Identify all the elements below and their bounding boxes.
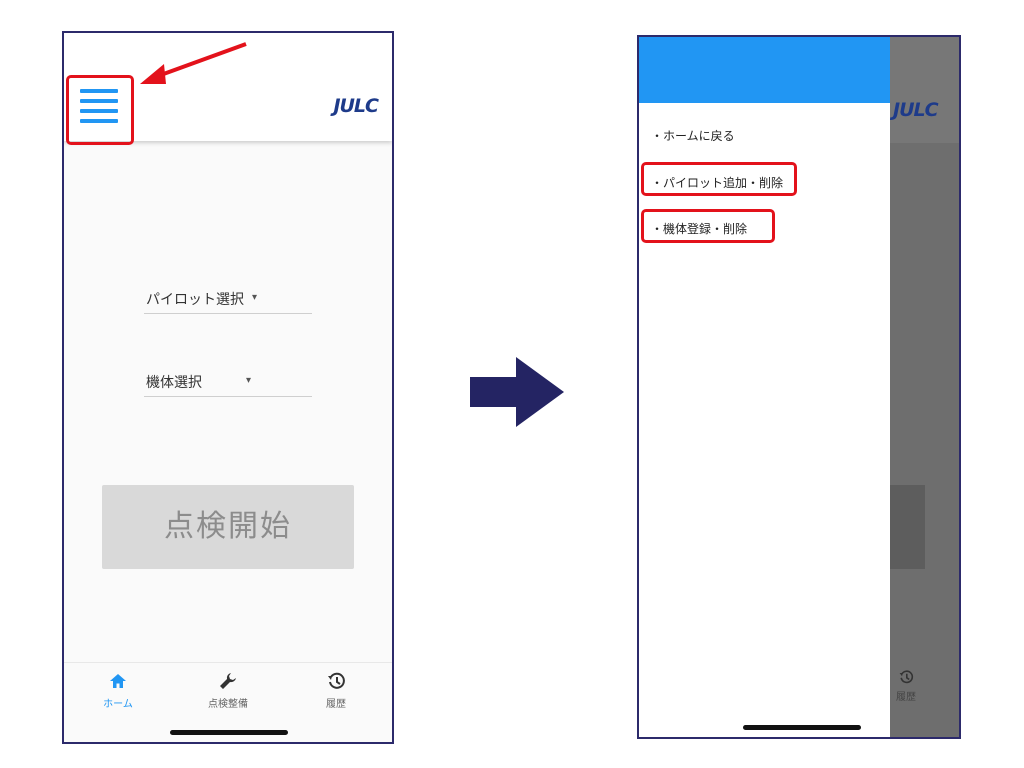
history-icon bbox=[296, 671, 376, 691]
home-icon bbox=[78, 671, 158, 691]
chevron-down-icon: ▾ bbox=[252, 292, 258, 303]
drawer-item-home[interactable]: ・ホームに戻る bbox=[651, 127, 735, 144]
drawer-open-screen: JULC 履歴 ・ホームに戻る ・パイロット追加・削除 ・機体登録・削除 bbox=[637, 35, 961, 739]
transition-arrow-icon bbox=[470, 357, 564, 427]
nav-inspection-label: 点検整備 bbox=[208, 699, 248, 710]
drawer-header bbox=[639, 37, 890, 103]
aircraft-item-highlight-box bbox=[641, 209, 775, 243]
pilot-item-highlight-box bbox=[641, 162, 797, 196]
pointer-arrow-icon bbox=[140, 42, 247, 84]
home-indicator bbox=[170, 730, 288, 735]
start-inspection-button[interactable]: 点検開始 bbox=[102, 485, 354, 569]
wrench-icon bbox=[188, 671, 268, 691]
aircraft-select[interactable]: 機体選択 ▾ bbox=[144, 370, 312, 397]
chevron-down-icon: ▾ bbox=[246, 375, 252, 386]
nav-history-label: 履歴 bbox=[896, 692, 916, 703]
aircraft-select-label: 機体選択 bbox=[146, 375, 202, 391]
app-logo: JULC bbox=[333, 95, 379, 117]
history-icon bbox=[899, 670, 914, 684]
nav-history-dimmed: 履歴 bbox=[891, 669, 921, 703]
bottom-nav: ホーム 点検整備 履歴 bbox=[64, 662, 392, 723]
pilot-select[interactable]: パイロット選択 ▾ bbox=[144, 287, 312, 314]
nav-history[interactable]: 履歴 bbox=[296, 671, 376, 710]
navigation-drawer: ・ホームに戻る ・パイロット追加・削除 ・機体登録・削除 bbox=[639, 37, 890, 737]
nav-home-label: ホーム bbox=[103, 699, 133, 710]
home-indicator bbox=[743, 725, 861, 730]
menu-highlight-box bbox=[66, 75, 134, 145]
nav-home[interactable]: ホーム bbox=[78, 671, 158, 710]
nav-history-label: 履歴 bbox=[326, 699, 346, 710]
nav-inspection[interactable]: 点検整備 bbox=[188, 671, 268, 710]
pilot-select-label: パイロット選択 bbox=[146, 292, 244, 308]
start-inspection-button-dimmed bbox=[887, 485, 925, 569]
app-logo: JULC bbox=[893, 99, 939, 121]
